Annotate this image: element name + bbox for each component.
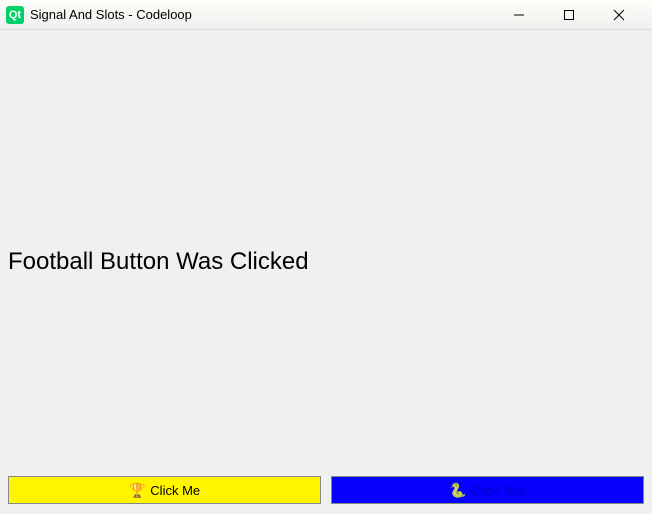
maximize-button[interactable] bbox=[556, 2, 582, 28]
status-label: Football Button Was Clicked bbox=[8, 248, 309, 276]
close-button[interactable] bbox=[606, 2, 632, 28]
trophy-icon: 🏆 bbox=[129, 482, 146, 499]
python-icon: 🐍 bbox=[449, 482, 466, 499]
title-bar: Qt Signal And Slots - Codeloop bbox=[0, 0, 652, 30]
button-label: Click Me bbox=[150, 483, 200, 498]
qt-app-icon: Qt bbox=[6, 6, 24, 24]
button-row: 🏆 Click Me 🐍 Click Two bbox=[8, 476, 644, 504]
button-label: Click Two bbox=[471, 483, 526, 498]
window-title: Signal And Slots - Codeloop bbox=[30, 7, 506, 22]
click-me-button[interactable]: 🏆 Click Me bbox=[8, 476, 321, 504]
click-two-button[interactable]: 🐍 Click Two bbox=[331, 476, 644, 504]
window-controls bbox=[506, 2, 632, 28]
minimize-button[interactable] bbox=[506, 2, 532, 28]
window-content: Football Button Was Clicked 🏆 Click Me 🐍… bbox=[0, 30, 652, 514]
